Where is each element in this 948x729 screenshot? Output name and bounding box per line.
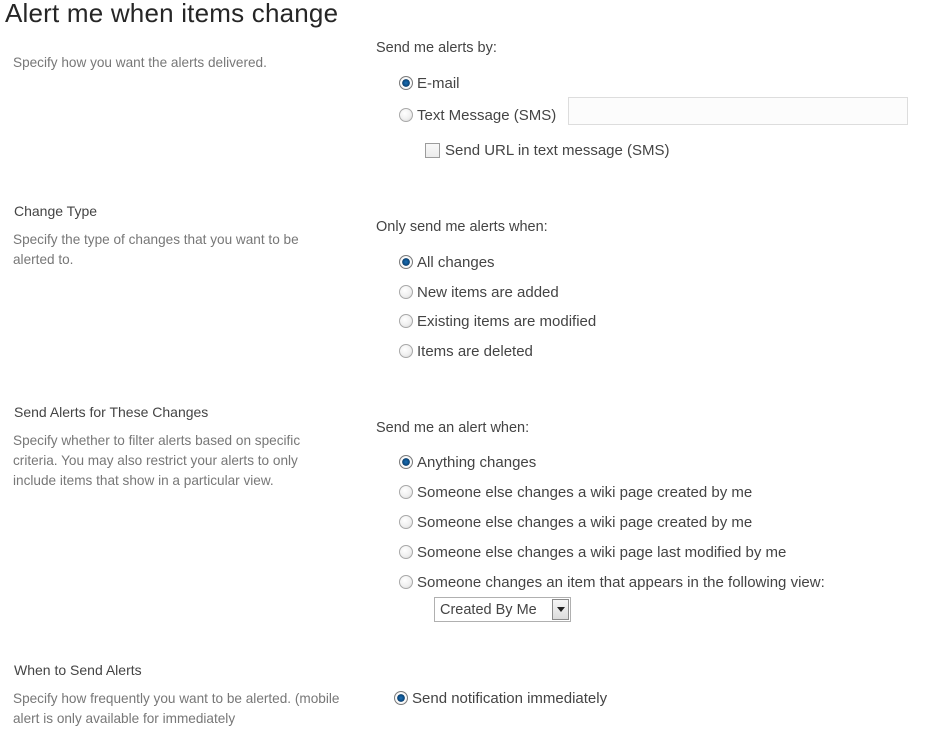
sms-number-input[interactable] [568,97,908,125]
filter-option-anything[interactable]: Anything changes [399,452,536,472]
change-type-description: Specify the type of changes that you wan… [13,232,299,267]
radio-checked-icon[interactable] [394,691,408,705]
option-label: Anything changes [417,453,537,471]
option-label: Items are deleted [417,342,533,360]
radio-unchecked-icon[interactable] [399,344,413,358]
option-label: Existing items are modified [417,312,597,330]
checkbox-icon[interactable] [425,142,440,158]
option-label: Send notification immediately [412,689,608,707]
delivery-description: Specify how you want the alerts delivere… [13,55,267,70]
delivery-option-email[interactable]: E-mail [399,73,460,93]
radio-unchecked-icon[interactable] [399,515,413,529]
timing-description: Specify how frequently you want to be al… [13,691,340,726]
change-type-option-modified[interactable]: Existing items are modified [399,311,596,331]
option-label: All changes [417,253,495,271]
option-label: Someone else changes a wiki page last mo… [417,543,787,561]
checkbox-label: Send URL in text message (SMS) [445,141,670,159]
radio-checked-icon[interactable] [399,455,413,469]
change-type-group-label: Only send me alerts when: [376,219,548,235]
radio-unchecked-icon[interactable] [399,285,413,299]
option-label: Someone else changes a wiki page created… [417,513,753,531]
delivery-option-sms[interactable]: Text Message (SMS) [399,105,556,125]
timing-option-immediately[interactable]: Send notification immediately [394,688,607,708]
filter-option-wiki-modified[interactable]: Someone else changes a wiki page last mo… [399,542,786,562]
option-label: Someone else changes a wiki page created… [417,483,753,501]
view-select[interactable]: Created By Me [434,597,571,622]
page-title: Alert me when items change [5,0,339,28]
filter-option-wiki-created-1[interactable]: Someone else changes a wiki page created… [399,482,752,502]
radio-checked-icon[interactable] [399,76,413,90]
filter-group-label: Send me an alert when: [376,420,530,436]
option-label: E-mail [417,74,460,92]
radio-unchecked-icon[interactable] [399,485,413,499]
radio-unchecked-icon[interactable] [399,314,413,328]
option-label: Someone changes an item that appears in … [417,573,825,591]
radio-checked-icon[interactable] [399,255,413,269]
radio-unchecked-icon[interactable] [399,545,413,559]
filter-title: Send Alerts for These Changes [14,404,209,420]
delivery-group-label: Send me alerts by: [376,40,497,56]
timing-title: When to Send Alerts [14,662,142,678]
option-label: New items are added [417,283,559,301]
filter-option-view[interactable]: Someone changes an item that appears in … [399,572,825,592]
send-url-checkbox[interactable]: Send URL in text message (SMS) [425,140,670,160]
filter-description: Specify whether to filter alerts based o… [13,433,301,488]
change-type-title: Change Type [14,203,98,219]
option-label: Text Message (SMS) [417,106,557,124]
view-select-value: Created By Me [440,601,537,618]
radio-unchecked-icon[interactable] [399,108,413,122]
change-type-option-added[interactable]: New items are added [399,282,559,302]
radio-unchecked-icon[interactable] [399,575,413,589]
change-type-option-all[interactable]: All changes [399,252,495,272]
change-type-option-deleted[interactable]: Items are deleted [399,341,533,361]
chevron-down-icon[interactable] [552,599,569,620]
filter-option-wiki-created-2[interactable]: Someone else changes a wiki page created… [399,512,752,532]
